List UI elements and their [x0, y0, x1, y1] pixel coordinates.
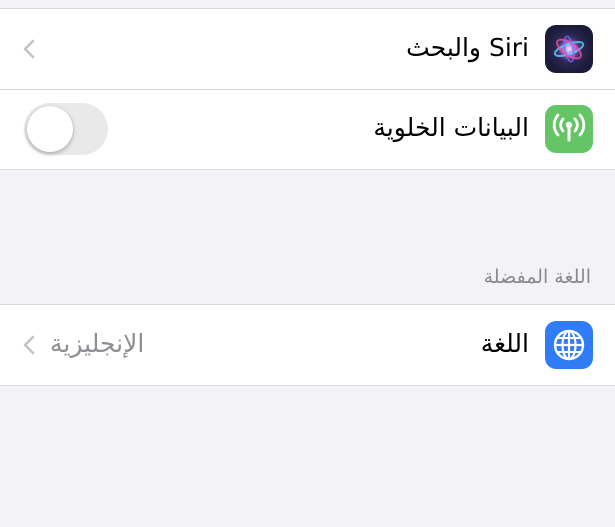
language-row[interactable]: اللغة الإنجليزية	[0, 305, 615, 385]
cellular-data-toggle[interactable]	[24, 103, 108, 155]
chevron-left-icon	[22, 38, 36, 60]
toggle-knob	[27, 106, 73, 152]
cellular-data-label: البيانات الخلوية	[373, 113, 529, 142]
section-header-preferred-language: اللغة المفضلة	[483, 266, 591, 288]
cellular-antenna-icon	[545, 105, 593, 153]
cellular-data-row: البيانات الخلوية	[0, 89, 615, 169]
language-value: الإنجليزية	[50, 329, 145, 358]
language-label: اللغة	[480, 329, 529, 358]
siri-icon	[545, 25, 593, 73]
settings-group-language: اللغة الإنجليزية	[0, 304, 615, 386]
siri-search-row[interactable]: Siri والبحث	[0, 9, 615, 89]
settings-group-top: Siri والبحث البيانات الخلوية	[0, 8, 615, 170]
globe-icon	[545, 321, 593, 369]
siri-search-label: Siri والبحث	[406, 33, 529, 62]
chevron-left-icon	[22, 334, 36, 356]
